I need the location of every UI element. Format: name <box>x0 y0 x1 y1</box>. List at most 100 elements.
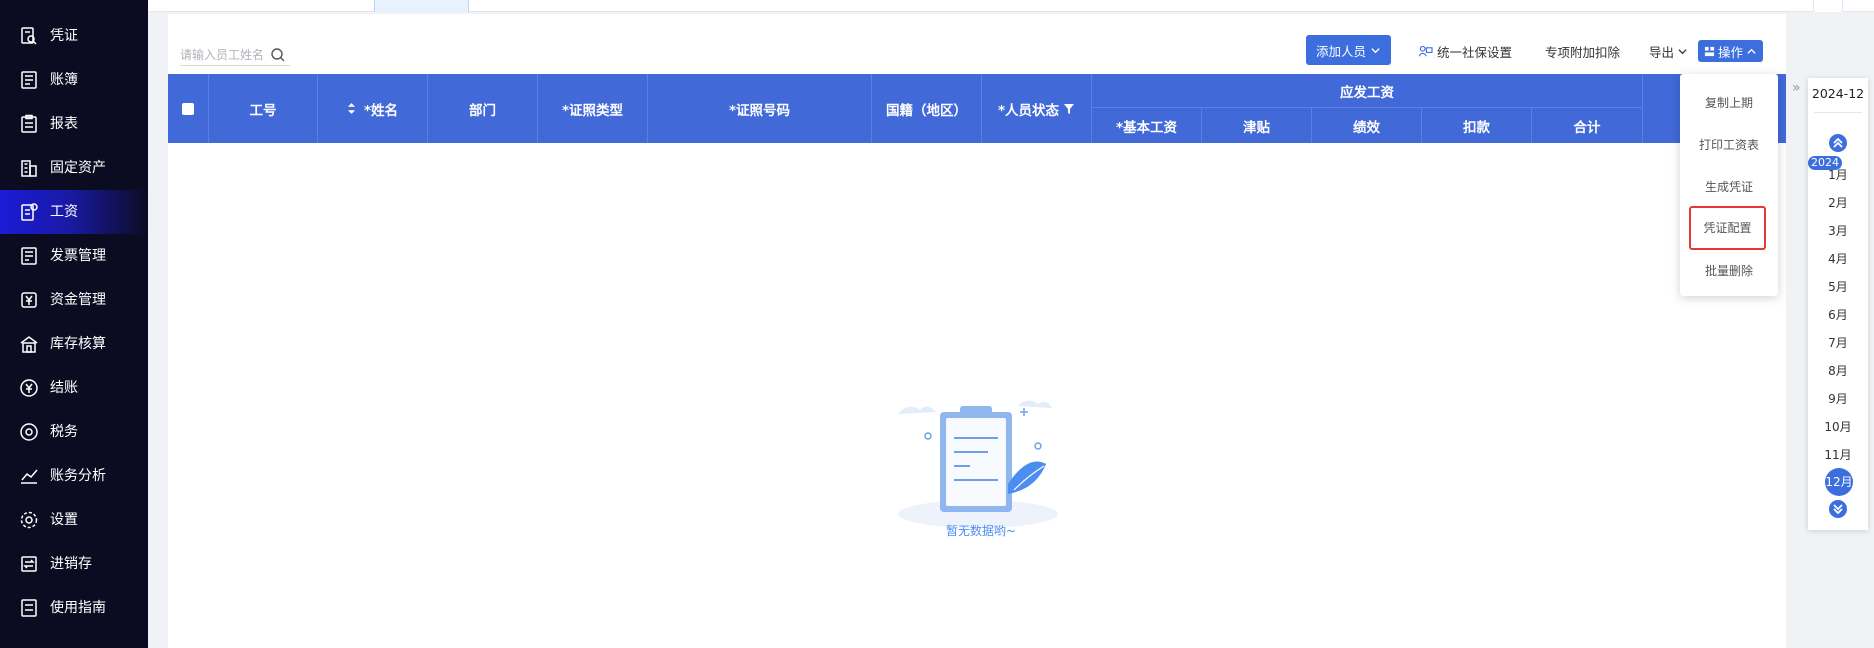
sidebar-item-fixed-assets[interactable]: 固定资产 <box>0 146 148 190</box>
search-icon[interactable] <box>270 47 286 63</box>
chevron-double-up-icon <box>1833 137 1843 148</box>
col-id-type[interactable]: *证照类型 <box>538 74 648 143</box>
sidebar-item-label: 设置 <box>50 512 78 528</box>
sidebar-item-label: 库存核算 <box>50 336 106 352</box>
col-name[interactable]: *姓名 <box>318 74 428 143</box>
select-all-checkbox[interactable] <box>182 102 194 115</box>
month-item[interactable]: 3月 <box>1808 222 1868 239</box>
col-emp-no-label: 工号 <box>249 102 277 119</box>
chevron-down-icon <box>1371 47 1380 53</box>
next-year-button[interactable] <box>1829 500 1847 518</box>
invoice-icon <box>18 245 40 267</box>
special-deduction-label: 专项附加扣除 <box>1545 45 1621 60</box>
sidebar-item-label: 账簿 <box>50 72 78 88</box>
sidebar-item-label: 固定资产 <box>50 160 106 176</box>
sidebar-item-invoice[interactable]: 发票管理 <box>0 234 148 278</box>
export-button[interactable]: 导出 <box>1649 42 1688 61</box>
sidebar-item-sales[interactable]: 进销存 <box>0 542 148 586</box>
col-emp-no[interactable]: 工号 <box>209 74 318 143</box>
sidebar-item-voucher[interactable]: 凭证 <box>0 14 148 58</box>
month-item[interactable]: 6月 <box>1808 306 1868 323</box>
menu-item-voucher-config[interactable]: 凭证配置 <box>1689 206 1766 250</box>
sidebar-item-label: 凭证 <box>50 28 78 44</box>
add-person-button[interactable]: 添加人员 <box>1306 35 1392 65</box>
sidebar-item-settings[interactable]: 设置 <box>0 498 148 542</box>
col-status-label: *人员状态 <box>997 102 1060 119</box>
col-dept[interactable]: 部门 <box>428 74 538 143</box>
voucher-search-icon <box>18 25 40 47</box>
export-label: 导出 <box>1649 45 1675 60</box>
col-deduction[interactable]: 扣款 <box>1422 108 1532 143</box>
filter-icon[interactable] <box>1063 103 1075 115</box>
chevron-down-icon <box>1678 49 1687 55</box>
col-base-salary[interactable]: *基本工资 <box>1092 108 1202 143</box>
sidebar-item-label: 账务分析 <box>50 468 106 484</box>
col-nationality[interactable]: 国籍（地区） <box>872 74 982 143</box>
salary-main-panel: 添加人员 统一社保设置 专项附加扣除 导出 操作 工号 *姓名 部门 *证照 <box>168 14 1786 648</box>
top-tab-strip <box>148 0 1874 12</box>
chevron-double-down-icon <box>1833 504 1843 515</box>
month-item[interactable]: 8月 <box>1808 362 1868 379</box>
sidebar-item-label: 进销存 <box>50 556 92 572</box>
menu-item-print-payroll[interactable]: 打印工资表 <box>1680 136 1778 153</box>
empty-state-text: 暂无数据哟~ <box>946 524 1017 538</box>
col-id-number[interactable]: *证照号码 <box>648 74 872 143</box>
month-item[interactable]: 5月 <box>1808 278 1868 295</box>
menu-item-copy-previous[interactable]: 复制上期 <box>1680 94 1778 111</box>
menu-item-batch-delete[interactable]: 批量删除 <box>1680 262 1778 279</box>
sidebar-item-label: 使用指南 <box>50 600 106 616</box>
transfer-icon <box>18 553 40 575</box>
operation-button[interactable]: 操作 <box>1698 40 1764 62</box>
sidebar-item-label: 工资 <box>50 204 78 220</box>
col-status[interactable]: *人员状态 <box>982 74 1092 143</box>
search-input[interactable] <box>180 47 270 62</box>
month-item[interactable]: 11月 <box>1808 446 1868 463</box>
salary-icon <box>18 201 40 223</box>
sidebar-item-inventory[interactable]: 库存核算 <box>0 322 148 366</box>
sidebar-item-label: 报表 <box>50 116 78 132</box>
special-deduction-button[interactable]: 专项附加扣除 <box>1545 42 1620 61</box>
sidebar-item-report[interactable]: 报表 <box>0 102 148 146</box>
month-item[interactable]: 1月 <box>1808 166 1868 183</box>
col-total[interactable]: 合计 <box>1532 108 1643 143</box>
building-icon <box>18 157 40 179</box>
add-person-label: 添加人员 <box>1316 43 1367 59</box>
sidebar-item-guide[interactable]: 使用指南 <box>0 586 148 630</box>
tax-icon <box>18 421 40 443</box>
sort-icon[interactable] <box>347 102 356 115</box>
sidebar-item-analysis[interactable]: 账务分析 <box>0 454 148 498</box>
col-nationality-label: 国籍（地区） <box>886 102 967 119</box>
top-tab-active[interactable] <box>374 0 469 12</box>
ledger-icon <box>18 69 40 91</box>
menu-item-generate-voucher[interactable]: 生成凭证 <box>1680 178 1778 195</box>
sidebar-item-salary[interactable]: 工资 <box>0 190 148 234</box>
month-item[interactable]: 4月 <box>1808 250 1868 267</box>
month-item[interactable]: 9月 <box>1808 390 1868 407</box>
grid-icon <box>1704 46 1715 56</box>
social-security-label: 统一社保设置 <box>1437 45 1513 60</box>
social-security-button[interactable]: 统一社保设置 <box>1418 42 1512 61</box>
col-group-gross-salary-label: 应发工资 <box>1340 84 1394 101</box>
col-allowance[interactable]: 津贴 <box>1202 108 1312 143</box>
col-total-label: 合计 <box>1573 119 1601 136</box>
gear-icon <box>18 509 40 531</box>
sidebar-item-tax[interactable]: 税务 <box>0 410 148 454</box>
col-performance-label: 绩效 <box>1353 119 1380 136</box>
collapse-panel-icon[interactable]: » <box>1792 80 1801 96</box>
people-icon <box>1418 45 1433 57</box>
sidebar-item-funds[interactable]: 资金管理 <box>0 278 148 322</box>
current-period: 2024-12 <box>1811 86 1865 101</box>
month-item-selected[interactable]: 12月 <box>1825 468 1853 496</box>
sidebar-item-ledger[interactable]: 账簿 <box>0 58 148 102</box>
month-item[interactable]: 2月 <box>1808 194 1868 211</box>
col-dept-label: 部门 <box>469 102 496 119</box>
month-item[interactable]: 7月 <box>1808 334 1868 351</box>
warehouse-icon <box>18 333 40 355</box>
col-id-number-label: *证照号码 <box>728 102 791 119</box>
sidebar-item-label: 资金管理 <box>50 292 106 308</box>
month-item[interactable]: 10月 <box>1808 418 1868 435</box>
prev-year-button[interactable] <box>1829 134 1847 152</box>
sidebar-item-closing[interactable]: 结账 <box>0 366 148 410</box>
top-tab-cell[interactable] <box>1813 0 1843 12</box>
col-performance[interactable]: 绩效 <box>1312 108 1422 143</box>
